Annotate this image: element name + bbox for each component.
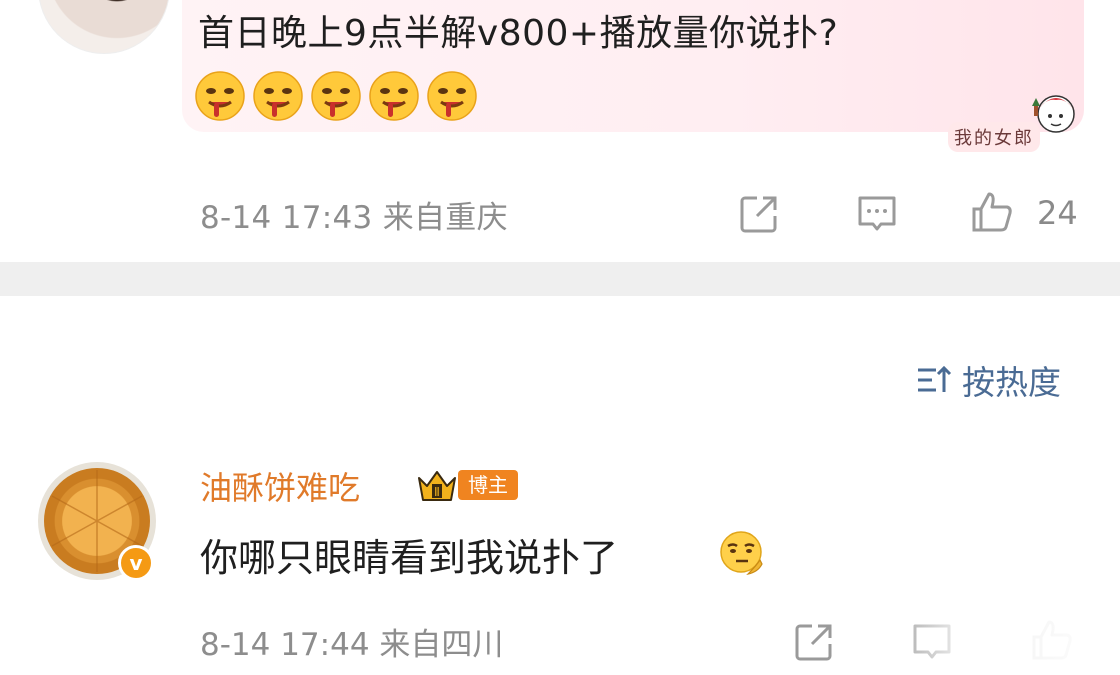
like-count: 24 — [1037, 194, 1078, 232]
bottom-fade-overlay — [880, 608, 1120, 675]
location: 来自重庆 — [382, 200, 508, 236]
blogger-badge: 博主 — [458, 470, 518, 500]
share-icon[interactable] — [792, 620, 836, 664]
crown-level-text: Ⅱ — [434, 485, 440, 499]
section-divider — [0, 262, 1120, 296]
comment-icon[interactable] — [855, 192, 899, 236]
sort-icon — [918, 365, 952, 392]
thinking-face-emoji-icon — [720, 531, 763, 575]
location: 来自四川 — [379, 627, 504, 663]
timestamp: 8-14 17:43 — [200, 200, 373, 236]
bubble-sticker: 我的女郎 — [948, 80, 1078, 152]
crown-level-icon: Ⅱ — [418, 471, 456, 501]
drooling-face-emoji-icon — [253, 71, 303, 121]
comment-text: 首日晚上9点半解v800+播放量你说扑? — [198, 13, 839, 54]
share-icon[interactable] — [737, 192, 781, 236]
drooling-face-emoji-icon — [311, 71, 361, 121]
sticker-caption: 我的女郎 — [948, 122, 1040, 152]
user-avatar[interactable] — [38, 0, 170, 54]
reply-meta: 8-14 17:44 来自四川 — [200, 619, 503, 664]
sort-by-heat-button[interactable]: 按热度 — [916, 356, 1061, 404]
sort-label: 按热度 — [962, 363, 1061, 402]
comment-card-top: 首日晚上9点半解v800+播放量你说扑? 我的女郎 8-14 17:43 来自重… — [0, 0, 1120, 262]
drooling-face-emoji-icon — [427, 71, 477, 121]
reply-text: 你哪只眼睛看到我说扑了 — [200, 536, 619, 580]
comment-meta: 8-14 17:43 来自重庆 — [200, 192, 508, 237]
timestamp: 8-14 17:44 — [200, 627, 370, 663]
drooling-face-emoji-icon — [195, 71, 245, 121]
verified-badge-icon: v — [118, 545, 154, 581]
drooling-face-emoji-icon — [369, 71, 419, 121]
like-icon[interactable] — [970, 190, 1014, 234]
username[interactable]: 油酥饼难吃 — [200, 463, 360, 509]
emoji-row — [194, 70, 478, 122]
